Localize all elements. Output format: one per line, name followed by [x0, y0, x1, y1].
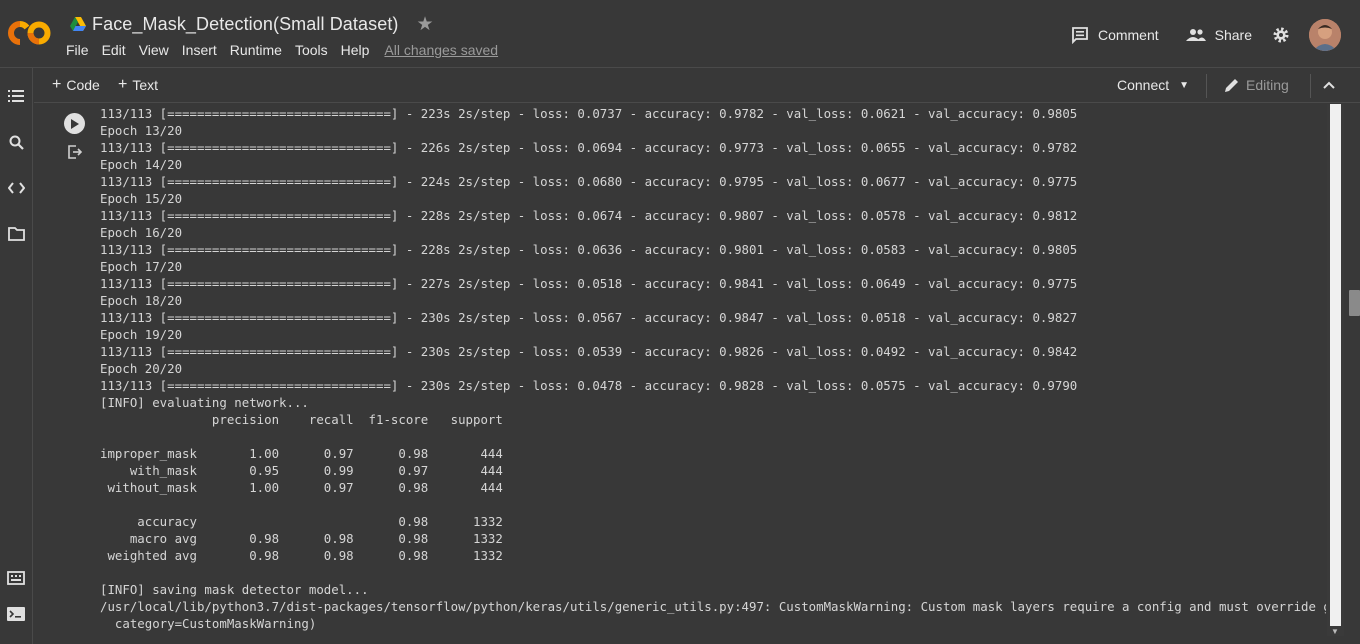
- play-icon: [70, 118, 79, 129]
- menu-tools[interactable]: Tools: [295, 42, 328, 58]
- google-drive-icon[interactable]: [70, 17, 86, 31]
- output-line: improper_mask 1.00 0.97 0.98 444: [100, 446, 503, 461]
- output-scrollbar-thumb[interactable]: [1330, 104, 1341, 626]
- chevron-up-icon: [1323, 81, 1335, 89]
- output-line: 113/113 [==============================]…: [100, 242, 1078, 257]
- output-line: 113/113 [==============================]…: [100, 140, 1078, 155]
- add-text-label: Text: [132, 77, 159, 93]
- notebook-title[interactable]: Face_Mask_Detection(Small Dataset): [92, 14, 399, 35]
- output-line: without_mask 1.00 0.97 0.98 444: [100, 480, 503, 495]
- menu-file[interactable]: File: [66, 42, 89, 58]
- toc-icon[interactable]: [6, 86, 26, 106]
- command-palette-icon[interactable]: [6, 568, 26, 588]
- output-line: category=CustomMaskWarning): [100, 616, 317, 631]
- output-actions-icon[interactable]: [67, 144, 83, 160]
- avatar[interactable]: [1309, 19, 1341, 51]
- colab-logo[interactable]: [8, 13, 52, 53]
- cell-output: 113/113 [==============================]…: [100, 105, 1326, 632]
- output-line: 113/113 [==============================]…: [100, 276, 1078, 291]
- output-line: precision recall f1-score support: [100, 412, 503, 427]
- run-cell-button[interactable]: [64, 113, 85, 134]
- add-code-button[interactable]: + Code: [52, 76, 100, 94]
- comment-label: Comment: [1097, 27, 1159, 43]
- notebook-toolbar: + Code + Text Connect ▼ Editing: [34, 68, 1360, 103]
- connect-button[interactable]: Connect ▼: [1117, 77, 1189, 93]
- page-scrollbar[interactable]: [1345, 104, 1360, 644]
- output-line: weighted avg 0.98 0.98 0.98 1332: [100, 548, 503, 563]
- output-line: Epoch 13/20: [100, 123, 183, 138]
- output-line: [INFO] saving mask detector model...: [100, 582, 369, 597]
- menu-runtime[interactable]: Runtime: [230, 42, 282, 58]
- menu-view[interactable]: View: [139, 42, 169, 58]
- plus-icon: +: [52, 76, 62, 93]
- output-line: Epoch 19/20: [100, 327, 183, 342]
- add-code-label: Code: [66, 77, 100, 93]
- menu-help[interactable]: Help: [341, 42, 370, 58]
- scroll-down-icon[interactable]: ▼: [1331, 627, 1339, 636]
- add-text-button[interactable]: + Text: [118, 76, 159, 94]
- search-icon[interactable]: [6, 132, 26, 152]
- comment-button[interactable]: Comment: [1071, 26, 1159, 44]
- editing-mode-button[interactable]: Editing: [1224, 77, 1289, 93]
- connect-label: Connect: [1117, 77, 1170, 93]
- chevron-down-icon[interactable]: ▼: [1179, 80, 1189, 91]
- code-snippets-icon[interactable]: [6, 178, 26, 198]
- save-status[interactable]: All changes saved: [384, 42, 498, 58]
- output-line: /usr/local/lib/python3.7/dist-packages/t…: [100, 599, 1326, 614]
- toolbar-divider: [1206, 74, 1207, 98]
- plus-icon: +: [118, 76, 128, 93]
- output-line: 113/113 [==============================]…: [100, 106, 1078, 121]
- comment-icon: [1072, 27, 1088, 44]
- output-line: [INFO] evaluating network...: [100, 395, 309, 410]
- output-line: 113/113 [==============================]…: [100, 174, 1078, 189]
- output-line: Epoch 17/20: [100, 259, 183, 274]
- gear-icon[interactable]: [1272, 26, 1290, 44]
- toolbar-divider: [1310, 74, 1311, 98]
- output-line: accuracy 0.98 1332: [100, 514, 503, 529]
- output-line: macro avg 0.98 0.98 0.98 1332: [100, 531, 503, 546]
- horizontal-scrollbar[interactable]: [34, 636, 1344, 644]
- output-line: with_mask 0.95 0.99 0.97 444: [100, 463, 503, 478]
- menu-insert[interactable]: Insert: [182, 42, 217, 58]
- output-line: 113/113 [==============================]…: [100, 344, 1078, 359]
- output-line: 113/113 [==============================]…: [100, 310, 1078, 325]
- collapse-header-button[interactable]: [1320, 76, 1338, 94]
- output-line: Epoch 16/20: [100, 225, 183, 240]
- app-header: Face_Mask_Detection(Small Dataset) ★ Fil…: [0, 0, 1360, 68]
- code-cell: 113/113 [==============================]…: [34, 104, 1326, 636]
- output-line: Epoch 18/20: [100, 293, 183, 308]
- output-line: 113/113 [==============================]…: [100, 378, 1078, 393]
- editing-label: Editing: [1246, 77, 1289, 93]
- menu-edit[interactable]: Edit: [102, 42, 126, 58]
- page-scrollbar-thumb[interactable]: [1349, 290, 1360, 316]
- files-icon[interactable]: [6, 224, 26, 244]
- share-label: Share: [1214, 27, 1252, 43]
- output-line: 113/113 [==============================]…: [100, 208, 1078, 223]
- title-row: Face_Mask_Detection(Small Dataset) ★: [70, 11, 434, 37]
- output-line: Epoch 15/20: [100, 191, 183, 206]
- output-scrollbar[interactable]: ▼: [1327, 104, 1344, 636]
- pencil-icon: [1225, 79, 1238, 92]
- people-icon: [1185, 29, 1206, 41]
- output-line: Epoch 14/20: [100, 157, 183, 172]
- left-rail: [0, 68, 33, 644]
- star-icon[interactable]: ★: [417, 15, 434, 34]
- terminal-icon[interactable]: [6, 604, 26, 624]
- share-button[interactable]: Share: [1185, 27, 1252, 43]
- user-photo-icon: [1309, 19, 1341, 51]
- output-line: Epoch 20/20: [100, 361, 183, 376]
- header-actions: Comment Share: [1071, 17, 1360, 53]
- menu-bar: File Edit View Insert Runtime Tools Help…: [66, 42, 511, 58]
